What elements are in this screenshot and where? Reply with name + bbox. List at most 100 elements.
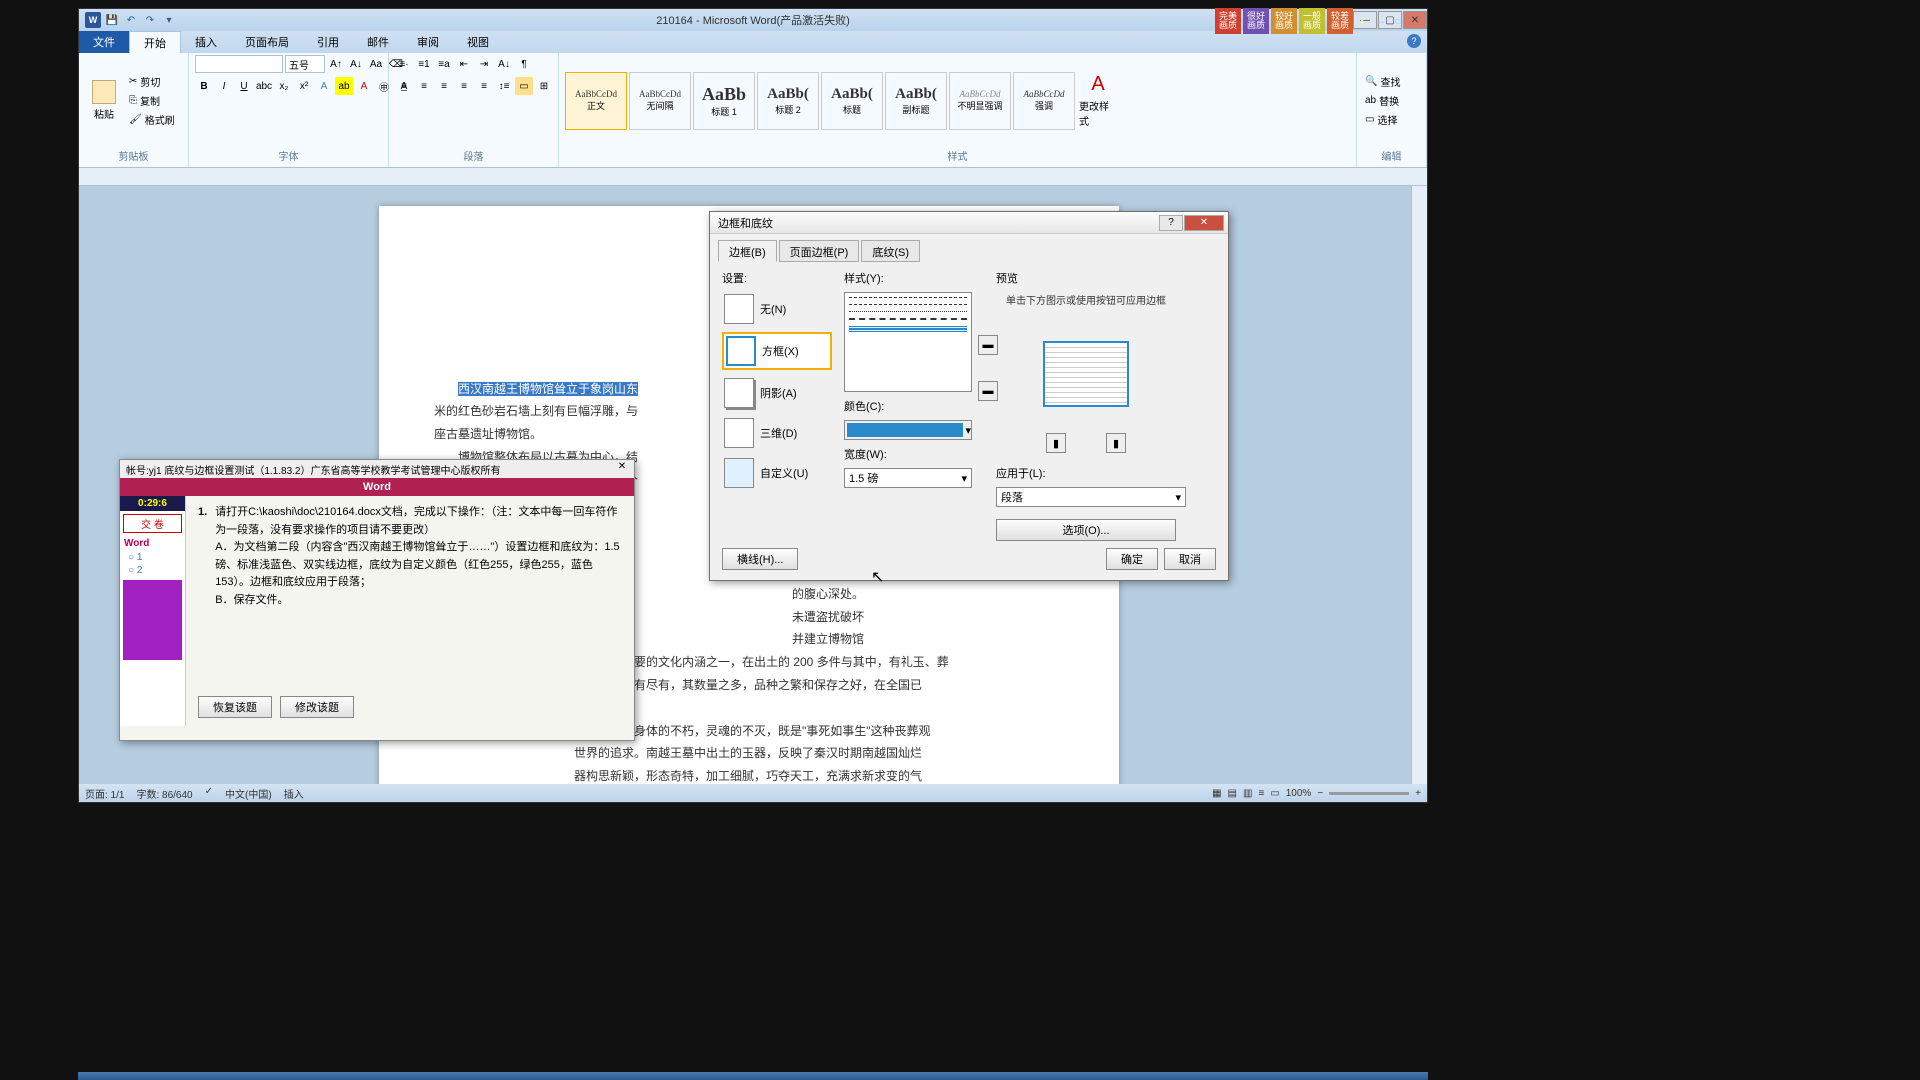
numbering-icon[interactable]: ≡1 [415, 55, 433, 73]
find-button[interactable]: 🔍查找 [1363, 73, 1402, 90]
view-print-icon[interactable]: ▦ [1212, 788, 1221, 799]
dialog-help-button[interactable]: ? [1159, 215, 1183, 231]
view-web-icon[interactable]: ▥ [1243, 788, 1252, 799]
shrink-font-icon[interactable]: A↓ [347, 55, 365, 73]
text-effects-icon[interactable]: A [315, 77, 333, 95]
paste-button[interactable]: 粘贴 [85, 71, 123, 131]
color-combo[interactable]: ▾ [844, 420, 972, 440]
style-gallery[interactable]: AaBbCcDd正文 AaBbCcDd无间隔 AaBb标题 1 AaBb(标题 … [565, 72, 1075, 130]
style-heading1[interactable]: AaBb标题 1 [693, 72, 755, 130]
bold-icon[interactable]: B [195, 77, 213, 95]
view-read-icon[interactable]: ▤ [1228, 788, 1237, 799]
badge-perfect[interactable]: 完美画质 [1215, 8, 1241, 34]
save-icon[interactable]: 💾 [104, 12, 120, 28]
setting-custom[interactable]: 自定义(U) [722, 456, 832, 490]
line-spacing-icon[interactable]: ↕≡ [495, 77, 513, 95]
vertical-scrollbar[interactable] [1411, 186, 1427, 784]
exam-q2[interactable]: ○ 2 [120, 564, 185, 577]
zoom-slider[interactable] [1329, 792, 1409, 795]
multilevel-icon[interactable]: ≡a [435, 55, 453, 73]
preview-left-button[interactable]: ▮ [1046, 433, 1066, 453]
italic-icon[interactable]: I [215, 77, 233, 95]
shading-icon[interactable]: ▭ [515, 77, 533, 95]
style-dashbold[interactable] [849, 318, 967, 320]
tab-insert[interactable]: 插入 [181, 31, 231, 53]
zoom-level[interactable]: 100% [1286, 788, 1312, 799]
dialog-close-button[interactable]: ✕ [1184, 215, 1224, 231]
tab-mailings[interactable]: 邮件 [353, 31, 403, 53]
style-subtle-em[interactable]: AaBbCcDd不明显强调 [949, 72, 1011, 130]
preview-right-button[interactable]: ▮ [1106, 433, 1126, 453]
style-subtitle[interactable]: AaBb(副标题 [885, 72, 947, 130]
tab-border[interactable]: 边框(B) [718, 240, 777, 262]
outdent-icon[interactable]: ⇤ [455, 55, 473, 73]
tab-page-border[interactable]: 页面边框(P) [779, 240, 860, 262]
view-draft-icon[interactable]: ▭ [1270, 788, 1279, 799]
qat-dropdown-icon[interactable]: ▾ [161, 12, 177, 28]
replace-button[interactable]: ab替换 [1363, 92, 1402, 109]
badge-bad[interactable]: 较差画质 [1327, 8, 1353, 34]
windows-taskbar[interactable] [78, 1072, 1428, 1080]
justify-icon[interactable]: ≡ [455, 77, 473, 95]
preview-bottom-button[interactable]: ▬ [978, 381, 998, 401]
style-dash[interactable] [849, 297, 967, 298]
width-combo[interactable]: 1.5 磅▾ [844, 468, 972, 488]
app-icon[interactable]: W [85, 12, 101, 28]
page-indicator[interactable]: 页面: 1/1 [85, 786, 124, 801]
badge-ok[interactable]: 较好画质 [1271, 8, 1297, 34]
style-double-selected[interactable] [849, 326, 967, 332]
view-outline-icon[interactable]: ≡ [1258, 788, 1264, 799]
tab-layout[interactable]: 页面布局 [231, 31, 303, 53]
style-title[interactable]: AaBb(标题 [821, 72, 883, 130]
badge-normal[interactable]: 一般画质 [1299, 8, 1325, 34]
strike-icon[interactable]: abc [255, 77, 273, 95]
undo-icon[interactable]: ↶ [123, 12, 139, 28]
format-painter-button[interactable]: 🖌格式刷 [127, 111, 177, 128]
highlight-icon[interactable]: ab [335, 77, 353, 95]
exam-q1[interactable]: ○ 1 [120, 551, 185, 564]
bullets-icon[interactable]: ≡· [395, 55, 413, 73]
exam-content[interactable]: 1. 请打开C:\kaoshi\doc\210164.docx文档，完成以下操作… [186, 496, 634, 726]
exam-close-button[interactable]: ✕ [614, 461, 630, 475]
preview-top-button[interactable]: ▬ [978, 335, 998, 355]
tab-references[interactable]: 引用 [303, 31, 353, 53]
badge-good[interactable]: 很好画质 [1243, 8, 1269, 34]
distribute-icon[interactable]: ≡ [475, 77, 493, 95]
preview-inner[interactable] [1043, 341, 1129, 407]
horizontal-ruler[interactable] [79, 168, 1427, 186]
style-normal[interactable]: AaBbCcDd正文 [565, 72, 627, 130]
tab-shading[interactable]: 底纹(S) [861, 240, 920, 262]
redo-icon[interactable]: ↷ [142, 12, 158, 28]
indent-icon[interactable]: ⇥ [475, 55, 493, 73]
cut-button[interactable]: ✂剪切 [127, 73, 177, 90]
font-family-combo[interactable] [195, 55, 283, 73]
ext-icon-3[interactable]: ▭ [1391, 13, 1407, 29]
ok-button[interactable]: 确定 [1106, 548, 1158, 570]
modify-button[interactable]: 修改该题 [280, 696, 354, 718]
change-styles-button[interactable]: A更改样式 [1079, 71, 1117, 131]
style-heading2[interactable]: AaBb(标题 2 [757, 72, 819, 130]
submit-button[interactable]: 交 卷 [123, 514, 182, 533]
insert-mode[interactable]: 插入 [284, 786, 304, 801]
setting-none[interactable]: 无(N) [722, 292, 832, 326]
spell-check-icon[interactable]: ✓ [205, 786, 213, 801]
style-nospacing[interactable]: AaBbCcDd无间隔 [629, 72, 691, 130]
underline-icon[interactable]: U [235, 77, 253, 95]
grow-font-icon[interactable]: A↑ [327, 55, 345, 73]
select-button[interactable]: ▭选择 [1363, 111, 1402, 128]
setting-shadow[interactable]: 阴影(A) [722, 376, 832, 410]
ext-icon-2[interactable]: ↔ [1373, 13, 1389, 29]
zoom-out-icon[interactable]: − [1317, 788, 1323, 799]
zoom-in-icon[interactable]: + [1415, 788, 1421, 799]
borders-icon[interactable]: ⊞ [535, 77, 553, 95]
font-size-combo[interactable]: 五号 [285, 55, 325, 73]
tab-review[interactable]: 审阅 [403, 31, 453, 53]
tab-view[interactable]: 视图 [453, 31, 503, 53]
sort-icon[interactable]: A↓ [495, 55, 513, 73]
cancel-button[interactable]: 取消 [1164, 548, 1216, 570]
align-left-icon[interactable]: ≡ [395, 77, 413, 95]
word-count[interactable]: 字数: 86/640 [136, 786, 192, 801]
copy-button[interactable]: ⎘复制 [127, 92, 177, 109]
style-dot[interactable] [849, 311, 967, 312]
horizontal-line-button[interactable]: 横线(H)... [722, 548, 798, 570]
